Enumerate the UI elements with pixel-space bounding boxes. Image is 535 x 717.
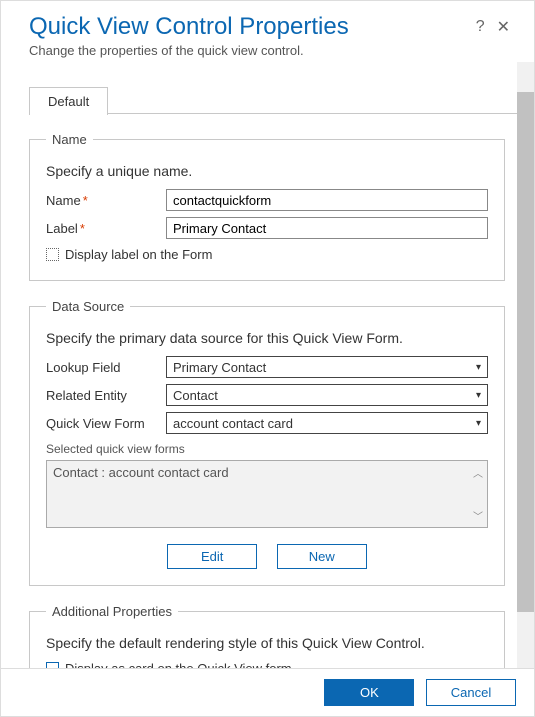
selected-form-item: Contact : account contact card [53,465,229,480]
data-source-section: Data Source Specify the primary data sou… [29,299,505,586]
row-label: Label* [46,217,488,239]
row-name: Name* [46,189,488,211]
dialog-body: Default Name Specify a unique name. Name… [1,62,534,668]
cancel-button[interactable]: Cancel [426,679,516,706]
name-instruction: Specify a unique name. [46,163,488,179]
required-marker: * [80,221,85,236]
close-icon[interactable]: ✕ [491,15,516,39]
row-related-entity: Related Entity Contact ▾ [46,384,488,406]
label-quick-view-form: Quick View Form [46,416,166,431]
title-row: Quick View Control Properties ? ✕ [29,13,516,41]
select-related-value: Contact [173,388,218,403]
tab-default[interactable]: Default [29,87,108,115]
scrollbar-thumb[interactable] [517,92,534,612]
edit-button[interactable]: Edit [167,544,257,569]
input-label[interactable] [166,217,488,239]
chevron-down-icon: ▾ [476,362,481,373]
select-lookup-value: Primary Contact [173,360,266,375]
ok-button[interactable]: OK [324,679,414,706]
label-name-text: Name [46,193,81,208]
checkbox-display-label-text: Display label on the Form [65,247,212,262]
select-lookup-field[interactable]: Primary Contact ▾ [166,356,488,378]
data-source-instruction: Specify the primary data source for this… [46,330,488,346]
label-label: Label* [46,221,166,236]
new-button[interactable]: New [277,544,367,569]
spin-up-icon[interactable]: ︿ [473,465,483,480]
input-name[interactable] [166,189,488,211]
vertical-scrollbar[interactable] [517,62,534,668]
dialog-title: Quick View Control Properties [29,13,470,41]
chevron-down-icon: ▾ [476,390,481,401]
additional-legend: Additional Properties [46,604,178,619]
selected-forms-list[interactable]: Contact : account contact card ︿ ﹀ [46,460,488,528]
label-related-entity: Related Entity [46,388,166,403]
spin-down-icon[interactable]: ﹀ [473,508,483,523]
additional-instruction: Specify the default rendering style of t… [46,635,488,651]
label-name: Name* [46,193,166,208]
checkbox-display-label[interactable] [46,248,59,261]
row-display-label: Display label on the Form [46,247,488,262]
row-quick-view-form: Quick View Form account contact card ▾ [46,412,488,434]
row-lookup-field: Lookup Field Primary Contact ▾ [46,356,488,378]
content-scroll: Default Name Specify a unique name. Name… [1,62,517,668]
data-source-legend: Data Source [46,299,130,314]
additional-properties-section: Additional Properties Specify the defaul… [29,604,505,668]
label-lookup-field: Lookup Field [46,360,166,375]
name-legend: Name [46,132,93,147]
name-section: Name Specify a unique name. Name* Label*… [29,132,505,281]
tab-strip: Default [29,86,517,114]
data-source-buttons: Edit New [46,544,488,569]
selected-forms-label: Selected quick view forms [46,442,488,456]
dialog-header: Quick View Control Properties ? ✕ Change… [1,1,534,62]
checkbox-display-as-card-text: Display as card on the Quick View form [65,661,292,668]
dialog-footer: OK Cancel [1,668,534,716]
dialog-subtitle: Change the properties of the quick view … [29,43,516,58]
dialog-quick-view-properties: Quick View Control Properties ? ✕ Change… [0,0,535,717]
label-label-text: Label [46,221,78,236]
help-icon[interactable]: ? [470,16,491,38]
row-display-as-card: Display as card on the Quick View form [46,661,488,668]
required-marker: * [83,193,88,208]
select-quick-view-form[interactable]: account contact card ▾ [166,412,488,434]
chevron-down-icon: ▾ [476,418,481,429]
select-qvf-value: account contact card [173,416,293,431]
select-related-entity[interactable]: Contact ▾ [166,384,488,406]
